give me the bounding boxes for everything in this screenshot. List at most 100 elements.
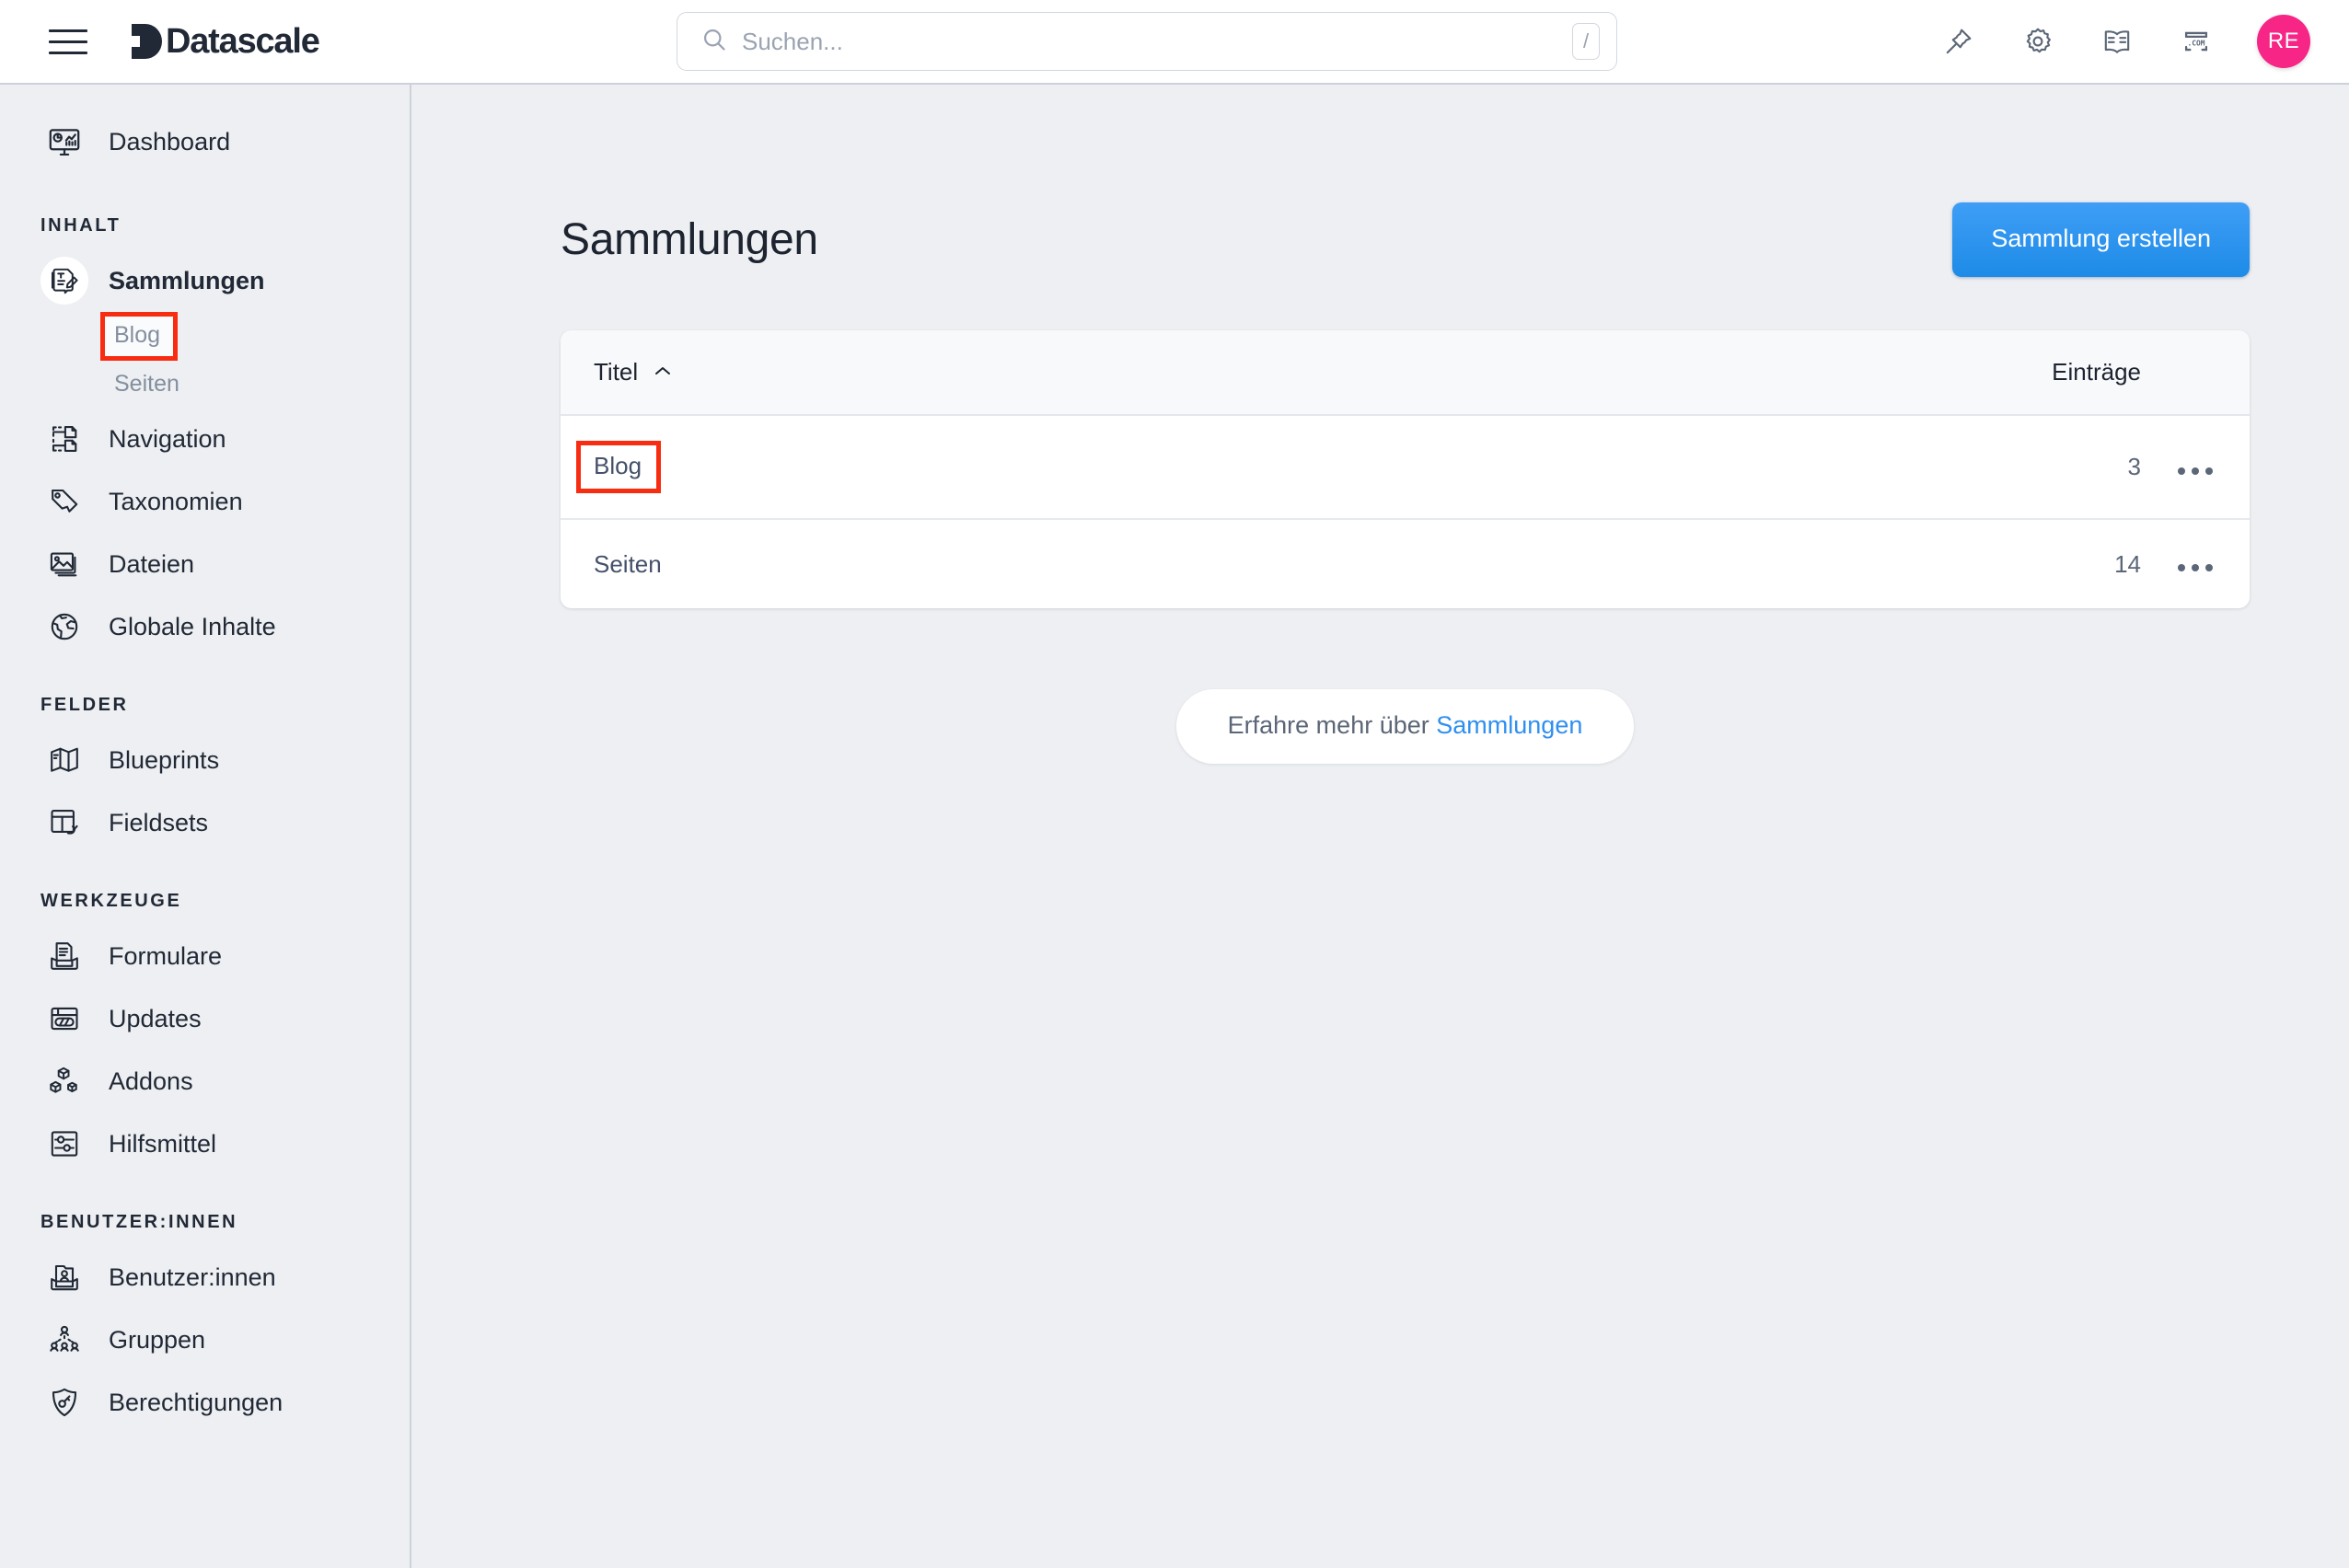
map-icon xyxy=(40,736,88,784)
page-title: Sammlungen xyxy=(561,215,818,264)
global-search[interactable]: Suchen... / xyxy=(677,12,1617,71)
sidebar-item-blueprints[interactable]: Blueprints xyxy=(0,729,410,791)
sidebar-item-addons[interactable]: Addons xyxy=(0,1050,410,1113)
sidebar-subitem-label: Blog xyxy=(99,311,179,361)
sidebar-subitem-label: Seiten xyxy=(114,370,179,397)
search-icon xyxy=(701,27,727,57)
main-content: Sammlungen Sammlung erstellen Titel Eint… xyxy=(411,85,2349,1568)
sidebar-item-label: Sammlungen xyxy=(109,266,265,294)
sidebar-item-label: Gruppen xyxy=(109,1325,206,1354)
collections-table-card: Titel Einträge Blog 3 Seiten 14 xyxy=(561,330,2250,608)
sidebar-item-sammlungen[interactable]: Sammlungen xyxy=(0,249,410,312)
table-row[interactable]: Blog 3 xyxy=(561,415,2250,520)
sliders-icon xyxy=(40,1120,88,1168)
sidebar-item-label: Berechtigungen xyxy=(109,1388,284,1416)
sidebar-item-taxonomien[interactable]: Taxonomien xyxy=(0,470,410,533)
sidebar-subitem-blog[interactable]: Blog xyxy=(0,311,410,361)
user-avatar[interactable]: RE xyxy=(2257,15,2310,68)
header-actions: .COM RE xyxy=(1940,15,2310,68)
create-collection-button[interactable]: Sammlung erstellen xyxy=(1952,202,2250,277)
datascale-d-mark-icon xyxy=(130,22,165,61)
sidebar-section-felder: FELDER xyxy=(40,695,129,715)
search-shortcut-key: / xyxy=(1572,23,1600,60)
tag-icon xyxy=(40,478,88,525)
row-actions-menu-icon[interactable] xyxy=(2169,557,2222,579)
sidebar-item-berechtigungen[interactable]: Berechtigungen xyxy=(0,1371,410,1434)
sidebar-item-navigation[interactable]: Navigation xyxy=(0,408,410,470)
app-body: Dashboard INHALT Sammlungen Blog Seiten … xyxy=(0,85,2349,1568)
row-actions-menu-icon[interactable] xyxy=(2169,460,2222,482)
dot xyxy=(2192,564,2199,571)
sidebar-section-benutzerinnen: BENUTZER:INNEN xyxy=(40,1212,238,1232)
sidebar-item-fieldsets[interactable]: Fieldsets xyxy=(0,791,410,854)
sidebar-section-werkzeuge: WERKZEUGE xyxy=(40,891,182,911)
collections-table: Titel Einträge Blog 3 Seiten 14 xyxy=(561,330,2250,608)
table-row[interactable]: Seiten 14 xyxy=(561,519,2250,608)
sidebar-subitem-seiten[interactable]: Seiten xyxy=(0,360,410,408)
sidebar-item-label: Benutzer:innen xyxy=(109,1262,276,1291)
sidebar-item-label: Fieldsets xyxy=(109,808,209,836)
sidebar-item-benutzerinnen[interactable]: Benutzer:innen xyxy=(0,1246,410,1309)
row-title-link[interactable]: Seiten xyxy=(594,550,662,578)
sidebar-item-label: Dateien xyxy=(109,549,195,578)
dot xyxy=(2178,564,2185,571)
group-icon xyxy=(40,1316,88,1364)
row-title-cell[interactable]: Seiten xyxy=(561,519,1837,608)
book-icon[interactable] xyxy=(2099,23,2135,60)
table-head: Titel Einträge xyxy=(561,330,2250,416)
search-placeholder: Suchen... xyxy=(742,27,843,55)
column-header-title[interactable]: Titel xyxy=(561,330,1837,416)
learn-more-prefix: Erfahre mehr über xyxy=(1227,711,1429,739)
column-header-title-label: Titel xyxy=(594,358,639,386)
row-entries-cell: 3 xyxy=(1837,415,2141,520)
pin-icon[interactable] xyxy=(1940,23,1977,60)
sidebar-item-dashboard[interactable]: Dashboard xyxy=(0,110,410,173)
form-inbox-icon xyxy=(40,932,88,980)
sidebar-item-globale-inhalte[interactable]: Globale Inhalte xyxy=(0,595,410,658)
learn-more-pill[interactable]: Erfahre mehr über Sammlungen xyxy=(1175,689,1635,764)
user-inbox-icon xyxy=(40,1253,88,1301)
top-header-bar: Datascale Suchen... / .COM RE xyxy=(0,0,2349,85)
row-actions-cell xyxy=(2141,519,2250,608)
brand-name: Datascale xyxy=(166,22,320,61)
brand-logo[interactable]: Datascale xyxy=(130,22,320,61)
column-header-entries[interactable]: Einträge xyxy=(1837,330,2141,416)
dotcom-icon[interactable]: .COM xyxy=(2178,23,2215,60)
svg-text:.COM: .COM xyxy=(2187,39,2204,47)
sidebar-navigation: Dashboard INHALT Sammlungen Blog Seiten … xyxy=(0,85,411,1568)
gear-icon[interactable] xyxy=(2019,23,2056,60)
row-title-link[interactable]: Blog xyxy=(575,441,662,493)
sidebar-item-updates[interactable]: Updates xyxy=(0,987,410,1050)
sidebar-item-gruppen[interactable]: Gruppen xyxy=(0,1309,410,1371)
dot xyxy=(2192,467,2199,475)
table-header-row: Titel Einträge xyxy=(561,330,2250,416)
hamburger-line xyxy=(49,40,87,43)
dashboard-icon xyxy=(40,118,88,166)
row-title-cell[interactable]: Blog xyxy=(561,415,1837,520)
sidebar-item-label: Navigation xyxy=(109,424,226,453)
images-icon xyxy=(40,540,88,588)
sidebar-item-label: Globale Inhalte xyxy=(109,612,276,640)
sidebar-item-hilfsmittel[interactable]: Hilfsmittel xyxy=(0,1113,410,1175)
sidebar-item-dateien[interactable]: Dateien xyxy=(0,533,410,595)
row-entries-cell: 14 xyxy=(2114,549,2141,578)
row-actions-cell xyxy=(2141,415,2250,520)
globe-icon xyxy=(40,603,88,651)
sidebar-item-label: Taxonomien xyxy=(109,487,243,515)
hamburger-menu-icon[interactable] xyxy=(49,26,89,57)
collections-icon xyxy=(40,257,88,305)
sidebar-item-label: Hilfsmittel xyxy=(109,1129,217,1158)
sidebar-item-formulare[interactable]: Formulare xyxy=(0,925,410,987)
hamburger-line xyxy=(49,51,87,54)
column-header-actions xyxy=(2141,330,2250,416)
page-header: Sammlungen Sammlung erstellen xyxy=(561,85,2250,277)
table-body: Blog 3 Seiten 14 xyxy=(561,415,2250,608)
sidebar-item-label: Updates xyxy=(109,1004,202,1032)
sidebar-item-label: Dashboard xyxy=(109,127,231,156)
hamburger-line xyxy=(49,29,87,32)
dot xyxy=(2178,467,2185,475)
learn-more-row: Erfahre mehr über Sammlungen xyxy=(561,689,2250,764)
sitemap-icon xyxy=(40,415,88,463)
learn-more-link[interactable]: Sammlungen xyxy=(1436,711,1582,739)
search-input[interactable]: Suchen... / xyxy=(677,12,1617,71)
